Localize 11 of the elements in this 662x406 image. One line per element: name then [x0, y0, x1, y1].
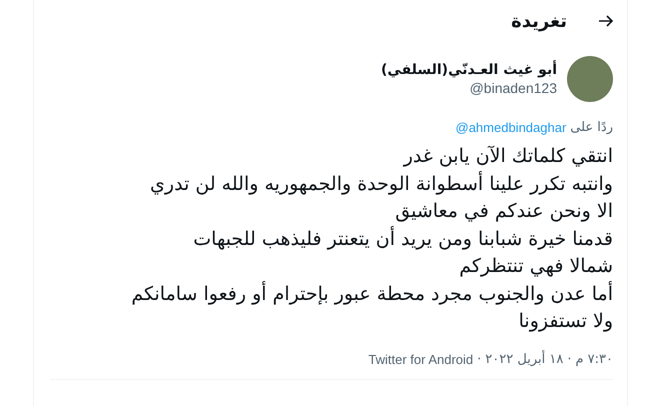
tweet-source[interactable]: Twitter for Android	[368, 352, 474, 366]
tweet-text: انتقي كلماتك الآن يابن غدر وانتبه تكرر علينا أسطوانة الوحدة والجمهوريه والله لن تدري الا ونحن عندكم في معاشيق قدمنا خيرة شبابنا ومن يريد أن يتعنتر فليذهب للجبهات شمالا فهي تنتظركم أما عدن والجنوب مجرد محطة عبور بإحترام أو رفعوا سامانكم ولا تستفزونا	[130, 144, 613, 334]
separator-dot: ·	[567, 352, 572, 366]
separator-dot: ·	[477, 352, 482, 366]
page-title: تغريدة	[511, 10, 567, 32]
tweet-date[interactable]: ١٨ أبريل ٢٠٢٢	[485, 352, 564, 366]
tweet-time[interactable]: ٧:٣٠ م	[575, 352, 613, 366]
reply-label: ردًا على	[570, 120, 613, 135]
avatar-placeholder[interactable]	[567, 56, 613, 102]
author-handle[interactable]: @binaden123	[381, 80, 557, 96]
author-name[interactable]: أبو غيث العـدنّي(السلفي)	[381, 62, 557, 78]
